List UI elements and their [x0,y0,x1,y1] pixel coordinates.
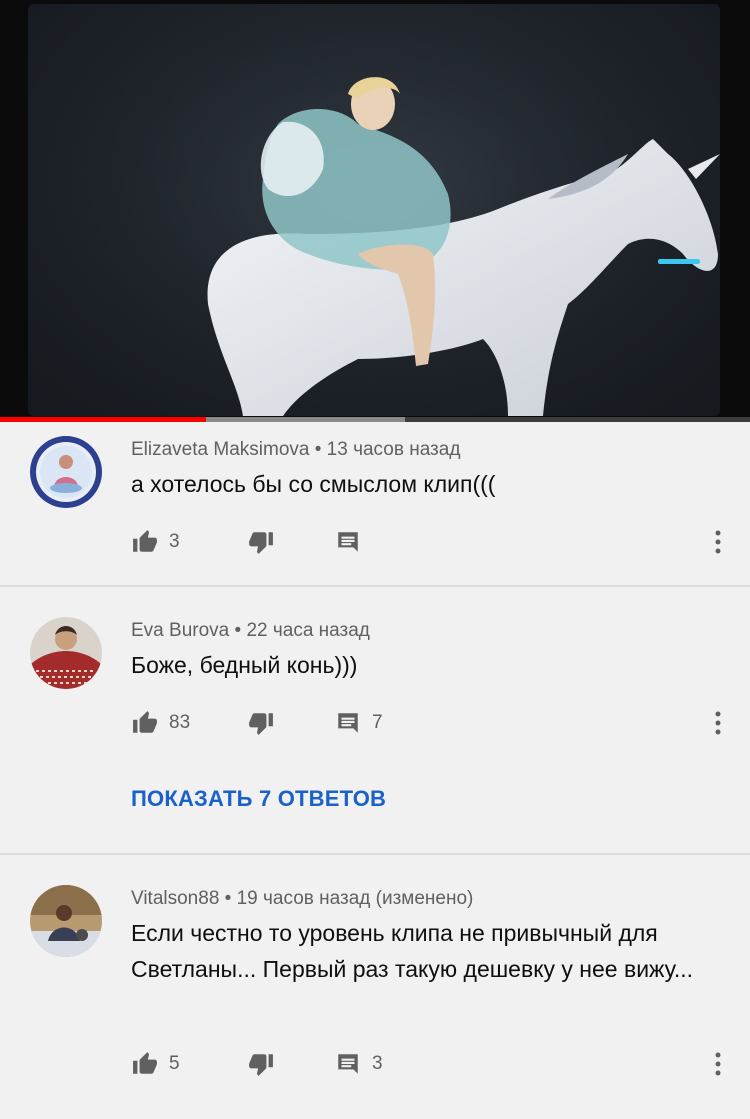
avatar-image [30,617,102,689]
avatar[interactable] [30,617,102,689]
comment-text: а хотелось бы со смыслом клип((( [131,471,496,497]
comment-meta: Eva Burova • 22 часа назад [131,620,370,642]
like-count: 5 [169,1053,180,1074]
avatar[interactable] [30,436,102,508]
reply-count: 3 [372,1053,383,1074]
divider [0,853,750,855]
show-replies-button[interactable]: ПОКАЗАТЬ 7 ОТВЕТОВ [131,786,386,812]
comment-meta: Vitalson88 • 19 часов назад (изменено) [131,888,473,910]
thumb-down-icon [249,1054,273,1076]
more-vert-icon [715,1052,721,1076]
thumb-up-icon [133,711,157,733]
dislike-button[interactable] [247,1044,275,1084]
like-count: 83 [169,712,191,733]
meta-separator: • [314,439,322,460]
more-vert-icon [715,711,721,735]
progress-played [0,417,207,422]
comment-time[interactable]: 13 часов назад [327,439,461,460]
video-player[interactable] [0,0,750,422]
comment-icon [338,713,358,733]
video-progress-bar[interactable] [0,417,750,422]
dislike-button[interactable] [247,522,275,562]
more-vert-icon [715,530,721,554]
comment-actions: 3 [0,522,750,562]
reply-button[interactable] [334,522,362,562]
like-count: 3 [169,531,180,552]
comment-text: Боже, бедный конь))) [131,652,358,678]
reply-count: 7 [372,712,383,733]
thumb-up-icon [133,1052,157,1074]
like-button[interactable]: 3 [131,522,180,562]
comment-time[interactable]: 22 часа назад [246,620,369,641]
comment-text: Если честно то уровень клипа не привычны… [131,920,694,982]
comment-author[interactable]: Vitalson88 [131,888,219,909]
comment-time[interactable]: 19 часов назад (изменено) [237,888,474,909]
meta-separator: • [224,888,232,909]
avatar-image [30,885,102,957]
comment-author[interactable]: Elizaveta Maksimova [131,439,309,460]
comment-actions: 5 3 [0,1044,750,1084]
like-button[interactable]: 83 [131,703,190,743]
comment-icon [338,532,358,552]
reply-button[interactable]: 3 [334,1044,383,1084]
comment-icon [338,1054,358,1074]
thumb-up-icon [133,530,157,552]
thumb-down-icon [249,532,273,554]
more-options-button[interactable] [706,522,730,562]
dislike-button[interactable] [247,703,275,743]
comment-meta: Elizaveta Maksimova • 13 часов назад [131,439,460,461]
like-button[interactable]: 5 [131,1044,180,1084]
divider [0,585,750,587]
meta-separator: • [234,620,242,641]
more-options-button[interactable] [706,703,730,743]
comment-author[interactable]: Eva Burova [131,620,229,641]
reply-button[interactable]: 7 [334,703,383,743]
thumb-down-icon [249,713,273,735]
video-frame[interactable] [28,4,720,416]
comment-actions: 83 7 [0,703,750,743]
more-options-button[interactable] [706,1044,730,1084]
video-still-image [28,4,720,416]
avatar[interactable] [30,885,102,957]
avatar-image [30,436,102,508]
